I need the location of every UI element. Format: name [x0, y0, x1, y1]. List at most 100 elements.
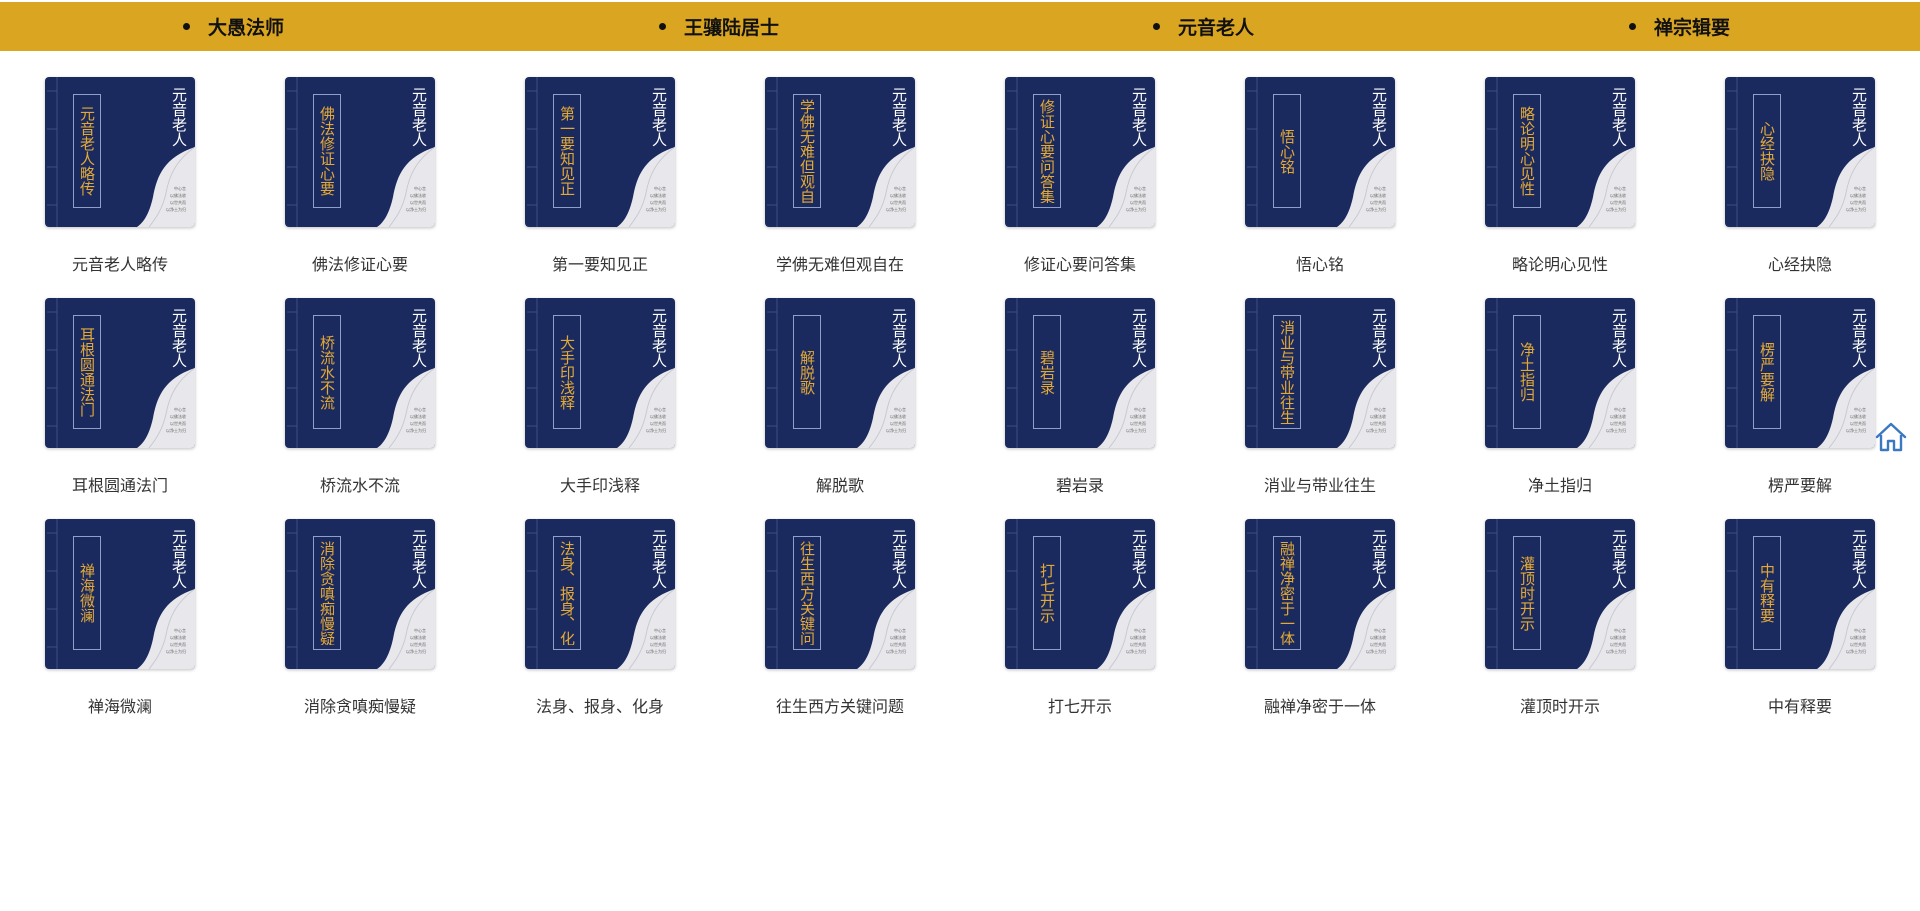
book-title[interactable]: 悟心铭 — [1200, 251, 1440, 275]
nav-item-yuanyin[interactable]: 元音老人 — [1153, 2, 1254, 51]
book-cover[interactable]: 学佛无难但观自在 元音老人 中心言 以佛法收 以世共而 以净土为归 — [765, 77, 915, 227]
book-card[interactable]: 第一要知见正 元音老人 中心言 以佛法收 以世共而 以净土为归 第一要知见正 — [480, 77, 720, 277]
book-cover[interactable]: 灌顶时开示 元音老人 中心言 以佛法收 以世共而 以净土为归 — [1485, 519, 1635, 669]
book-title[interactable]: 第一要知见正 — [480, 251, 720, 275]
book-cover[interactable]: 略论明心见性 元音老人 中心言 以佛法收 以世共而 以净土为归 — [1485, 77, 1635, 227]
book-card[interactable]: 楞严要解 元音老人 中心言 以佛法收 以世共而 以净土为归 楞严要解 — [1680, 298, 1920, 498]
book-cover[interactable]: 消业与带业往生 元音老人 中心言 以佛法收 以世共而 以净土为归 — [1245, 298, 1395, 448]
nav-item-dayu[interactable]: 大愚法师 — [183, 2, 284, 51]
cover-author: 元音老人 — [1850, 529, 1868, 589]
book-cover[interactable]: 净土指归 元音老人 中心言 以佛法收 以世共而 以净土为归 — [1485, 298, 1635, 448]
book-card[interactable]: 学佛无难但观自在 元音老人 中心言 以佛法收 以世共而 以净土为归 学佛无难但观自在 — [720, 77, 960, 277]
book-title[interactable]: 耳根圆通法门 — [0, 472, 240, 496]
book-title[interactable]: 中有释要 — [1680, 693, 1920, 717]
book-title[interactable]: 消业与带业往生 — [1200, 472, 1440, 496]
book-cover[interactable]: 佛法修证心要 元音老人 中心言 以佛法收 以世共而 以净土为归 — [285, 77, 435, 227]
book-title[interactable]: 禅海微澜 — [0, 693, 240, 717]
book-card[interactable]: 解脱歌 元音老人 中心言 以佛法收 以世共而 以净土为归 解脱歌 — [720, 298, 960, 498]
cover-fine-print-line: 中心言 — [174, 186, 186, 191]
book-cover[interactable]: 消除贪嗔痴慢疑 元音老人 中心言 以佛法收 以世共而 以净土为归 — [285, 519, 435, 669]
book-title[interactable]: 碧岩录 — [960, 472, 1200, 496]
book-cover[interactable]: 第一要知见正 元音老人 中心言 以佛法收 以世共而 以净土为归 — [525, 77, 675, 227]
book-card[interactable]: 灌顶时开示 元音老人 中心言 以佛法收 以世共而 以净土为归 灌顶时开示 — [1440, 519, 1680, 719]
cover-title-frame: 心经抉隐 — [1753, 94, 1781, 208]
book-cover[interactable]: 心经抉隐 元音老人 中心言 以佛法收 以世共而 以净土为归 — [1725, 77, 1875, 227]
cover-fine-print-line: 中心言 — [1854, 186, 1866, 191]
book-card[interactable]: 禅海微澜 元音老人 中心言 以佛法收 以世共而 以净土为归 禅海微澜 — [0, 519, 240, 719]
book-title[interactable]: 解脱歌 — [720, 472, 960, 496]
book-card[interactable]: 大手印浅释 元音老人 中心言 以佛法收 以世共而 以净土为归 大手印浅释 — [480, 298, 720, 498]
book-cover[interactable]: 法身、报身、化身 元音老人 中心言 以佛法收 以世共而 以净土为归 — [525, 519, 675, 669]
book-cover[interactable]: 融禅净密于一体 元音老人 中心言 以佛法收 以世共而 以净土为归 — [1245, 519, 1395, 669]
book-card[interactable]: 元音老人略传 元音老人 中心言 以佛法收 以世共而 以净土为归 元音老人略传 — [0, 77, 240, 277]
book-cover[interactable]: 修证心要问答集 元音老人 中心言 以佛法收 以世共而 以净土为归 — [1005, 77, 1155, 227]
cover-title: 禅海微澜 — [78, 563, 96, 623]
book-cover[interactable]: 耳根圆通法门 元音老人 中心言 以佛法收 以世共而 以净土为归 — [45, 298, 195, 448]
cover-fine-print-line: 以世共而 — [1130, 200, 1146, 205]
book-card[interactable]: 消除贪嗔痴慢疑 元音老人 中心言 以佛法收 以世共而 以净土为归 消除贪嗔痴慢疑 — [240, 519, 480, 719]
cover-fine-print-line: 以佛法收 — [1610, 635, 1626, 640]
cover-fine-print: 中心言 以佛法收 以世共而 以净土为归 — [1360, 185, 1386, 213]
book-cover[interactable]: 碧岩录 元音老人 中心言 以佛法收 以世共而 以净土为归 — [1005, 298, 1155, 448]
book-cover[interactable]: 中有释要 元音老人 中心言 以佛法收 以世共而 以净土为归 — [1725, 519, 1875, 669]
book-title[interactable]: 桥流水不流 — [240, 472, 480, 496]
cover-fine-print-line: 以佛法收 — [1370, 635, 1386, 640]
book-card[interactable]: 佛法修证心要 元音老人 中心言 以佛法收 以世共而 以净土为归 佛法修证心要 — [240, 77, 480, 277]
book-card[interactable]: 融禅净密于一体 元音老人 中心言 以佛法收 以世共而 以净土为归 融禅净密于一体 — [1200, 519, 1440, 719]
book-card[interactable]: 碧岩录 元音老人 中心言 以佛法收 以世共而 以净土为归 碧岩录 — [960, 298, 1200, 498]
book-cover[interactable]: 往生西方关键问题 元音老人 中心言 以佛法收 以世共而 以净土为归 — [765, 519, 915, 669]
book-card[interactable]: 修证心要问答集 元音老人 中心言 以佛法收 以世共而 以净土为归 修证心要问答集 — [960, 77, 1200, 277]
book-card[interactable]: 悟心铭 元音老人 中心言 以佛法收 以世共而 以净土为归 悟心铭 — [1200, 77, 1440, 277]
book-title[interactable]: 打七开示 — [960, 693, 1200, 717]
book-card[interactable]: 往生西方关键问题 元音老人 中心言 以佛法收 以世共而 以净土为归 往生西方关键问题 — [720, 519, 960, 719]
book-cover[interactable]: 解脱歌 元音老人 中心言 以佛法收 以世共而 以净土为归 — [765, 298, 915, 448]
book-card[interactable]: 中有释要 元音老人 中心言 以佛法收 以世共而 以净土为归 中有释要 — [1680, 519, 1920, 719]
book-title[interactable]: 学佛无难但观自在 — [720, 251, 960, 275]
book-title[interactable]: 大手印浅释 — [480, 472, 720, 496]
book-title[interactable]: 净土指归 — [1440, 472, 1680, 496]
book-title[interactable]: 修证心要问答集 — [960, 251, 1200, 275]
book-cover[interactable]: 大手印浅释 元音老人 中心言 以佛法收 以世共而 以净土为归 — [525, 298, 675, 448]
book-cover[interactable]: 楞严要解 元音老人 中心言 以佛法收 以世共而 以净土为归 — [1725, 298, 1875, 448]
home-icon[interactable] — [1874, 420, 1908, 454]
cover-title-frame: 第一要知见正 — [553, 94, 581, 208]
book-title[interactable]: 佛法修证心要 — [240, 251, 480, 275]
cover-author: 元音老人 — [890, 529, 908, 589]
cover-author: 元音老人 — [170, 529, 188, 589]
book-title[interactable]: 元音老人略传 — [0, 251, 240, 275]
book-card[interactable]: 耳根圆通法门 元音老人 中心言 以佛法收 以世共而 以净土为归 耳根圆通法门 — [0, 298, 240, 498]
book-cover[interactable]: 元音老人略传 元音老人 中心言 以佛法收 以世共而 以净土为归 — [45, 77, 195, 227]
book-card[interactable]: 打七开示 元音老人 中心言 以佛法收 以世共而 以净土为归 打七开示 — [960, 519, 1200, 719]
cover-fine-print-line: 以佛法收 — [650, 193, 666, 198]
book-card[interactable]: 法身、报身、化身 元音老人 中心言 以佛法收 以世共而 以净土为归 法身、报身、化身 — [480, 519, 720, 719]
cover-fine-print: 中心言 以佛法收 以世共而 以净土为归 — [400, 406, 426, 434]
book-card[interactable]: 消业与带业往生 元音老人 中心言 以佛法收 以世共而 以净土为归 消业与带业往生 — [1200, 298, 1440, 498]
book-title[interactable]: 法身、报身、化身 — [480, 693, 720, 717]
cover-title: 略论明心见性 — [1518, 106, 1536, 196]
book-card[interactable]: 略论明心见性 元音老人 中心言 以佛法收 以世共而 以净土为归 略论明心见性 — [1440, 77, 1680, 277]
book-cover[interactable]: 禅海微澜 元音老人 中心言 以佛法收 以世共而 以净土为归 — [45, 519, 195, 669]
book-title[interactable]: 略论明心见性 — [1440, 251, 1680, 275]
cover-title: 心经抉隐 — [1758, 121, 1776, 181]
book-title[interactable]: 灌顶时开示 — [1440, 693, 1680, 717]
nav-item-wangxianglu[interactable]: 王骧陆居士 — [659, 2, 779, 51]
cover-fine-print-line: 以净土为归 — [1606, 428, 1626, 433]
book-cover[interactable]: 悟心铭 元音老人 中心言 以佛法收 以世共而 以净土为归 — [1245, 77, 1395, 227]
book-title[interactable]: 楞严要解 — [1680, 472, 1920, 496]
cover-fine-print-line: 以净土为归 — [1366, 428, 1386, 433]
book-title[interactable]: 往生西方关键问题 — [720, 693, 960, 717]
cover-title: 灌顶时开示 — [1518, 555, 1536, 631]
cover-title: 中有释要 — [1758, 563, 1776, 623]
book-cover[interactable]: 打七开示 元音老人 中心言 以佛法收 以世共而 以净土为归 — [1005, 519, 1155, 669]
book-title[interactable]: 心经抉隐 — [1680, 251, 1920, 275]
book-cover[interactable]: 桥流水不流 元音老人 中心言 以佛法收 以世共而 以净土为归 — [285, 298, 435, 448]
cover-fine-print-line: 中心言 — [1374, 186, 1386, 191]
book-title[interactable]: 消除贪嗔痴慢疑 — [240, 693, 480, 717]
nav-item-chanzong[interactable]: 禅宗辑要 — [1629, 2, 1730, 51]
book-card[interactable]: 净土指归 元音老人 中心言 以佛法收 以世共而 以净土为归 净土指归 — [1440, 298, 1680, 498]
cover-title-frame: 悟心铭 — [1273, 94, 1301, 208]
book-card[interactable]: 桥流水不流 元音老人 中心言 以佛法收 以世共而 以净土为归 桥流水不流 — [240, 298, 480, 498]
book-title[interactable]: 融禅净密于一体 — [1200, 693, 1440, 717]
book-card[interactable]: 心经抉隐 元音老人 中心言 以佛法收 以世共而 以净土为归 心经抉隐 — [1680, 77, 1920, 277]
cover-title-frame: 禅海微澜 — [73, 536, 101, 650]
